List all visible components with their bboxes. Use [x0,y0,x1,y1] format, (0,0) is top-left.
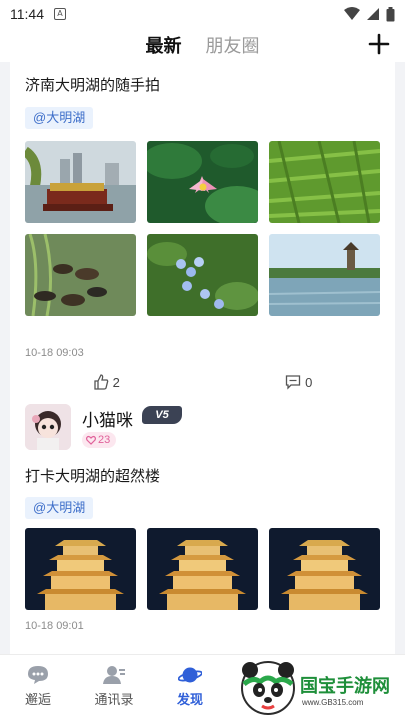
post-image[interactable] [269,234,380,316]
level-badge: V5 [142,406,182,424]
heart-icon [86,435,96,445]
image-grid [25,141,380,316]
thumbs-up-icon [93,374,108,390]
nav-label: 邂逅 [24,692,51,707]
ducks-icon [25,234,136,316]
tower-icon [147,528,258,610]
grass-icon [269,141,380,223]
comment-button[interactable]: 0 [203,374,396,390]
post-image[interactable] [147,141,258,223]
post-card[interactable]: 济南大明湖的随手拍 @大明湖 10-18 09:03 2 0 [10,62,395,440]
post-image[interactable] [147,528,258,610]
fans-count: 23 [98,434,111,446]
post-timestamp: 10-18 09:01 [25,620,84,632]
watermark-title: 国宝手游网 [300,676,390,697]
username[interactable]: 小猫咪 [82,406,133,431]
contacts-icon [103,666,125,684]
post-image[interactable] [147,234,258,316]
tower-icon [25,528,136,610]
nav-discover[interactable]: 发现 [152,655,228,720]
status-bar: 11:44 A [0,0,405,28]
post-image[interactable] [269,141,380,223]
panda-logo-icon [241,661,295,715]
top-nav: 最新 朋友圈 [0,28,405,62]
boat-icon [25,141,136,223]
post-text: 打卡大明湖的超然楼 [25,468,161,485]
watermark: 国宝手游网 www.GB315.com [236,656,405,720]
like-button[interactable]: 2 [10,374,203,390]
like-count: 2 [112,374,120,390]
battery-icon [386,6,395,21]
post-actions: 2 0 [10,374,395,390]
nav-contacts[interactable]: 通讯录 [76,655,152,720]
fans-badge: 23 [82,432,117,448]
wifi-icon [344,7,360,20]
post-image[interactable] [25,234,136,316]
avatar-image [25,404,71,450]
lotus-icon [147,141,258,223]
status-time: 11:44 [10,6,44,22]
post-timestamp: 10-18 09:03 [25,347,84,359]
post-image[interactable] [269,528,380,610]
topic-tag[interactable]: @大明湖 [25,107,94,129]
comment-count: 0 [305,374,313,390]
signal-icon [367,8,379,20]
topic-tag[interactable]: @大明湖 [25,497,94,519]
nav-label: 发现 [176,692,203,707]
post-card[interactable]: 小猫咪 V5 23 打卡大明湖的超然楼 @大明湖 10-18 09:01 [10,390,395,654]
planet-icon [178,667,202,683]
nav-label: 通讯录 [94,692,134,707]
feed[interactable]: 济南大明湖的随手拍 @大明湖 10-18 09:03 2 0 小猫咪 V5 23… [0,62,405,654]
avatar[interactable] [25,404,71,450]
image-grid [25,528,380,610]
post-text: 济南大明湖的随手拍 [25,77,161,94]
flowers-icon [147,234,258,316]
comment-icon [285,375,301,390]
tab-moments[interactable]: 朋友圈 [194,32,272,58]
tower-icon [269,528,380,610]
notification-icon: A [54,8,66,20]
status-icons [344,6,395,22]
nav-encounter[interactable]: 邂逅 [0,655,76,720]
post-image[interactable] [25,141,136,223]
tab-latest[interactable]: 最新 [134,32,194,58]
lake-pavilion-icon [269,234,380,316]
chat-bubble-icon [28,666,48,684]
post-image[interactable] [25,528,136,610]
add-post-button[interactable] [365,30,393,58]
watermark-url: www.GB315.com [302,698,364,707]
